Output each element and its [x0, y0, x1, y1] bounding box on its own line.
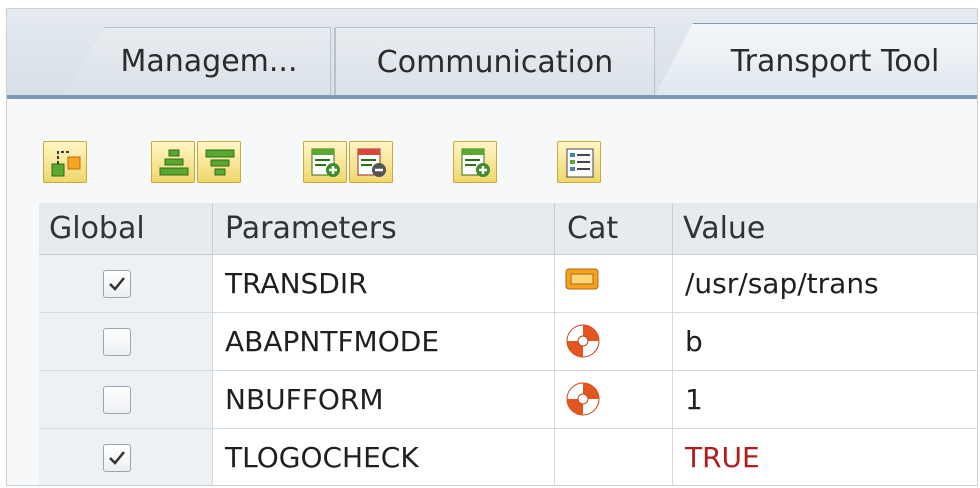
table-row[interactable]: NBUFFORM 1: [39, 371, 977, 429]
delete-row-button[interactable]: [349, 141, 393, 183]
parameter-cell: TLOGOCHECK: [213, 429, 555, 485]
tab-communication[interactable]: Communication: [334, 27, 655, 96]
sort-ascending-button[interactable]: [151, 141, 195, 183]
sort-descending-icon: [205, 149, 235, 176]
parameter-cell: ABAPNTFMODE: [213, 313, 555, 371]
global-checkbox[interactable]: [103, 270, 131, 298]
column-header-parameters[interactable]: Parameters: [213, 203, 555, 255]
value-cell[interactable]: /usr/sap/trans: [673, 255, 977, 313]
global-checkbox[interactable]: [103, 328, 131, 356]
cat-cell: [555, 371, 673, 429]
hierarchy-button[interactable]: [43, 141, 87, 183]
tab-content: Global Parameters Cat Value TRANSDIR /us…: [7, 99, 977, 485]
tab-transport-tool[interactable]: Transport Tool: [653, 23, 977, 99]
path-icon: [565, 268, 599, 290]
global-cell: [39, 313, 213, 371]
cat-cell: [555, 429, 673, 485]
column-header-global[interactable]: Global: [39, 203, 213, 255]
lifebuoy-icon: [566, 324, 600, 358]
sort-ascending-icon: [159, 149, 189, 176]
insert-row-icon: [311, 148, 340, 177]
table-row[interactable]: TRANSDIR /usr/sap/trans: [39, 255, 977, 313]
checkmark-icon: [109, 451, 125, 465]
global-checkbox[interactable]: [103, 386, 131, 414]
tab-strip: Managem... Communication Transport Tool: [7, 9, 977, 99]
details-list-button[interactable]: [557, 141, 601, 183]
table-row[interactable]: TLOGOCHECK TRUE: [39, 429, 977, 485]
value-cell[interactable]: TRUE: [673, 429, 977, 485]
delete-row-icon: [357, 148, 386, 177]
checkmark-icon: [109, 277, 125, 291]
table-row[interactable]: ABAPNTFMODE b: [39, 313, 977, 371]
global-cell: [39, 371, 213, 429]
insert-row-button[interactable]: [303, 141, 347, 183]
transport-parameters-window: Managem... Communication Transport Tool: [6, 8, 978, 486]
value-cell[interactable]: b: [673, 313, 977, 371]
cat-cell: [555, 255, 673, 313]
parameter-cell: TRANSDIR: [213, 255, 555, 313]
lifebuoy-icon: [566, 382, 600, 416]
append-row-icon: [461, 148, 490, 177]
global-checkbox[interactable]: [103, 444, 131, 472]
parameter-cell: NBUFFORM: [213, 371, 555, 429]
global-cell: [39, 429, 213, 485]
tab-management[interactable]: Managem...: [63, 27, 331, 95]
sort-descending-button[interactable]: [197, 141, 241, 183]
global-cell: [39, 255, 213, 313]
value-cell[interactable]: 1: [673, 371, 977, 429]
column-header-value[interactable]: Value: [673, 203, 977, 255]
hierarchy-icon: [51, 151, 81, 177]
column-header-cat[interactable]: Cat: [555, 203, 673, 255]
cat-cell: [555, 313, 673, 371]
append-row-button[interactable]: [453, 141, 497, 183]
details-list-icon: [566, 148, 594, 178]
